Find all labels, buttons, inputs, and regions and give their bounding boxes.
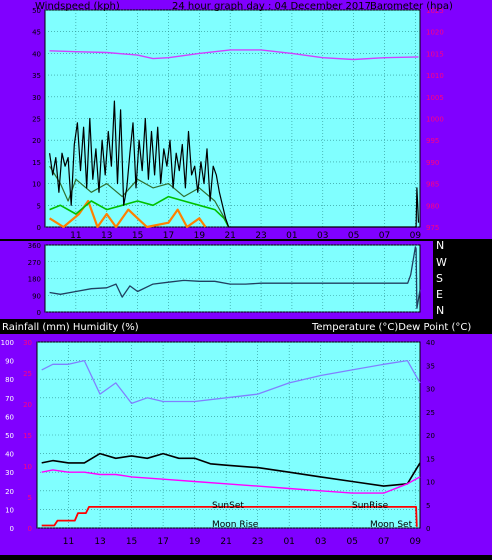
wind-direction-tick-label: 180 [28,276,41,284]
wind-direction-tick-label: 360 [28,242,41,250]
humidity-tick-label: 30 [5,469,14,477]
barometer-tick-label: 995 [426,137,439,145]
weather-graphs-svg: 0510152025303540455097598098599099510001… [0,0,492,555]
barometer-tick-label: 1015 [426,50,444,58]
x-tick-label-top: 19 [194,231,206,241]
x-tick-label-bottom: 13 [94,537,105,547]
rainfall-tick-label: 10 [23,463,32,471]
x-tick-label-bottom: 01 [283,537,294,547]
windspeed-tick-label: 35 [32,72,41,80]
x-tick-label-bottom: 07 [378,537,389,547]
x-tick-label-bottom: 17 [157,537,168,547]
barometer-tick-label: 985 [426,181,439,189]
windspeed-tick-label: 25 [32,116,41,124]
rainfall-tick-label: 5 [28,494,32,502]
x-tick-label-top: 23 [255,231,266,241]
x-tick-label-bottom: 21 [220,537,231,547]
rainfall-humidity-axis-title: Rainfall (mm) Humidity (%) [2,322,139,333]
wind-dir-letter-w: W [436,256,447,269]
x-tick-label-bottom: 09 [410,537,422,547]
wind-direction-tick-label: 0 [37,309,41,317]
windspeed-axis-title: Windspeed (kph) [35,1,120,12]
humidity-tick-label: 20 [5,488,14,496]
sunset-label: SunSet [212,501,244,511]
wind-dir-letter-s: S [436,272,443,285]
x-tick-label-bottom: 03 [315,537,326,547]
windspeed-tick-label: 15 [32,159,41,167]
temperature-tick-label: 35 [426,362,435,370]
temperature-tick-label: 20 [426,432,435,440]
windspeed-tick-label: 40 [32,50,41,58]
humidity-tick-label: 100 [1,339,14,347]
rainfall-tick-label: 0 [28,525,32,533]
x-tick-label-top: 21 [224,231,235,241]
temperature-tick-label: 30 [426,386,435,394]
wind-dir-letter-n-bottom: N [436,304,444,317]
temperature-tick-label: 10 [426,479,435,487]
barometer-tick-label: 1020 [426,29,444,37]
x-tick-label-top: 13 [101,231,112,241]
x-tick-label-top: 09 [410,231,422,241]
rainfall-tick-label: 30 [23,339,32,347]
windspeed-tick-label: 30 [32,94,41,102]
humidity-tick-label: 40 [5,451,14,459]
humidity-tick-label: 50 [5,432,14,440]
moonset-label: Moon Set [370,520,413,530]
x-tick-label-bottom: 05 [346,537,357,547]
windspeed-tick-label: 0 [37,224,41,232]
x-tick-label-top: 11 [70,231,81,241]
temperature-tick-label: 40 [426,339,435,347]
wind-dir-letter-e: E [436,288,443,301]
x-tick-label-top: 07 [379,231,390,241]
barometer-tick-label: 1010 [426,72,444,80]
temperature-tick-label: 0 [426,525,430,533]
rainfall-tick-label: 20 [23,401,32,409]
x-tick-label-top: 03 [317,231,328,241]
barometer-tick-label: 980 [426,202,439,210]
temp-dewpoint-axis-title: Temperature (°C)Dew Point (°C) [311,322,471,333]
wind-direction-tick-label: 270 [28,259,41,267]
barometer-tick-label: 1005 [426,94,444,102]
x-tick-label-top: 01 [286,231,297,241]
x-tick-label-top: 05 [348,231,359,241]
windspeed-tick-label: 10 [32,181,41,189]
windspeed-tick-label: 45 [32,29,41,37]
wind-direction-tick-label: 90 [32,292,41,300]
graph-title: 24 hour graph day : 04 December 2017 [172,1,371,12]
moonrise-label: Moon Rise [212,520,259,530]
barometer-tick-label: 1000 [426,116,444,124]
humidity-tick-label: 60 [5,413,14,421]
sunrise-label: SunRise [352,501,389,511]
barometer-axis-title: Barometer (hpa) [370,1,453,12]
barometer-tick-label: 990 [426,159,439,167]
humidity-tick-label: 90 [5,358,14,366]
rainfall-tick-label: 15 [23,432,32,440]
x-tick-label-top: 17 [163,231,174,241]
humidity-tick-label: 70 [5,395,14,403]
barometer-tick-label: 975 [426,224,439,232]
windspeed-tick-label: 20 [32,137,41,145]
x-tick-label-bottom: 15 [126,537,137,547]
humidity-tick-label: 10 [5,506,14,514]
humidity-tick-label: 80 [5,376,14,384]
rainfall-tick-label: 25 [23,370,32,378]
x-tick-label-bottom: 11 [63,537,74,547]
x-tick-label-top: 15 [132,231,143,241]
windspeed-tick-label: 5 [37,202,41,210]
humidity-tick-label: 0 [10,525,14,533]
weather-graph-screen: 0 5 10 15 20 25 30 35 40 45 50 975 980 985 990 995 1000 1… [0,0,492,555]
x-tick-label-bottom: 23 [252,537,263,547]
x-tick-label-bottom: 19 [189,537,201,547]
temperature-tick-label: 15 [426,455,435,463]
wind-dir-letter-n-top: N [436,239,444,252]
temperature-tick-label: 5 [426,502,430,510]
temperature-tick-label: 25 [426,409,435,417]
